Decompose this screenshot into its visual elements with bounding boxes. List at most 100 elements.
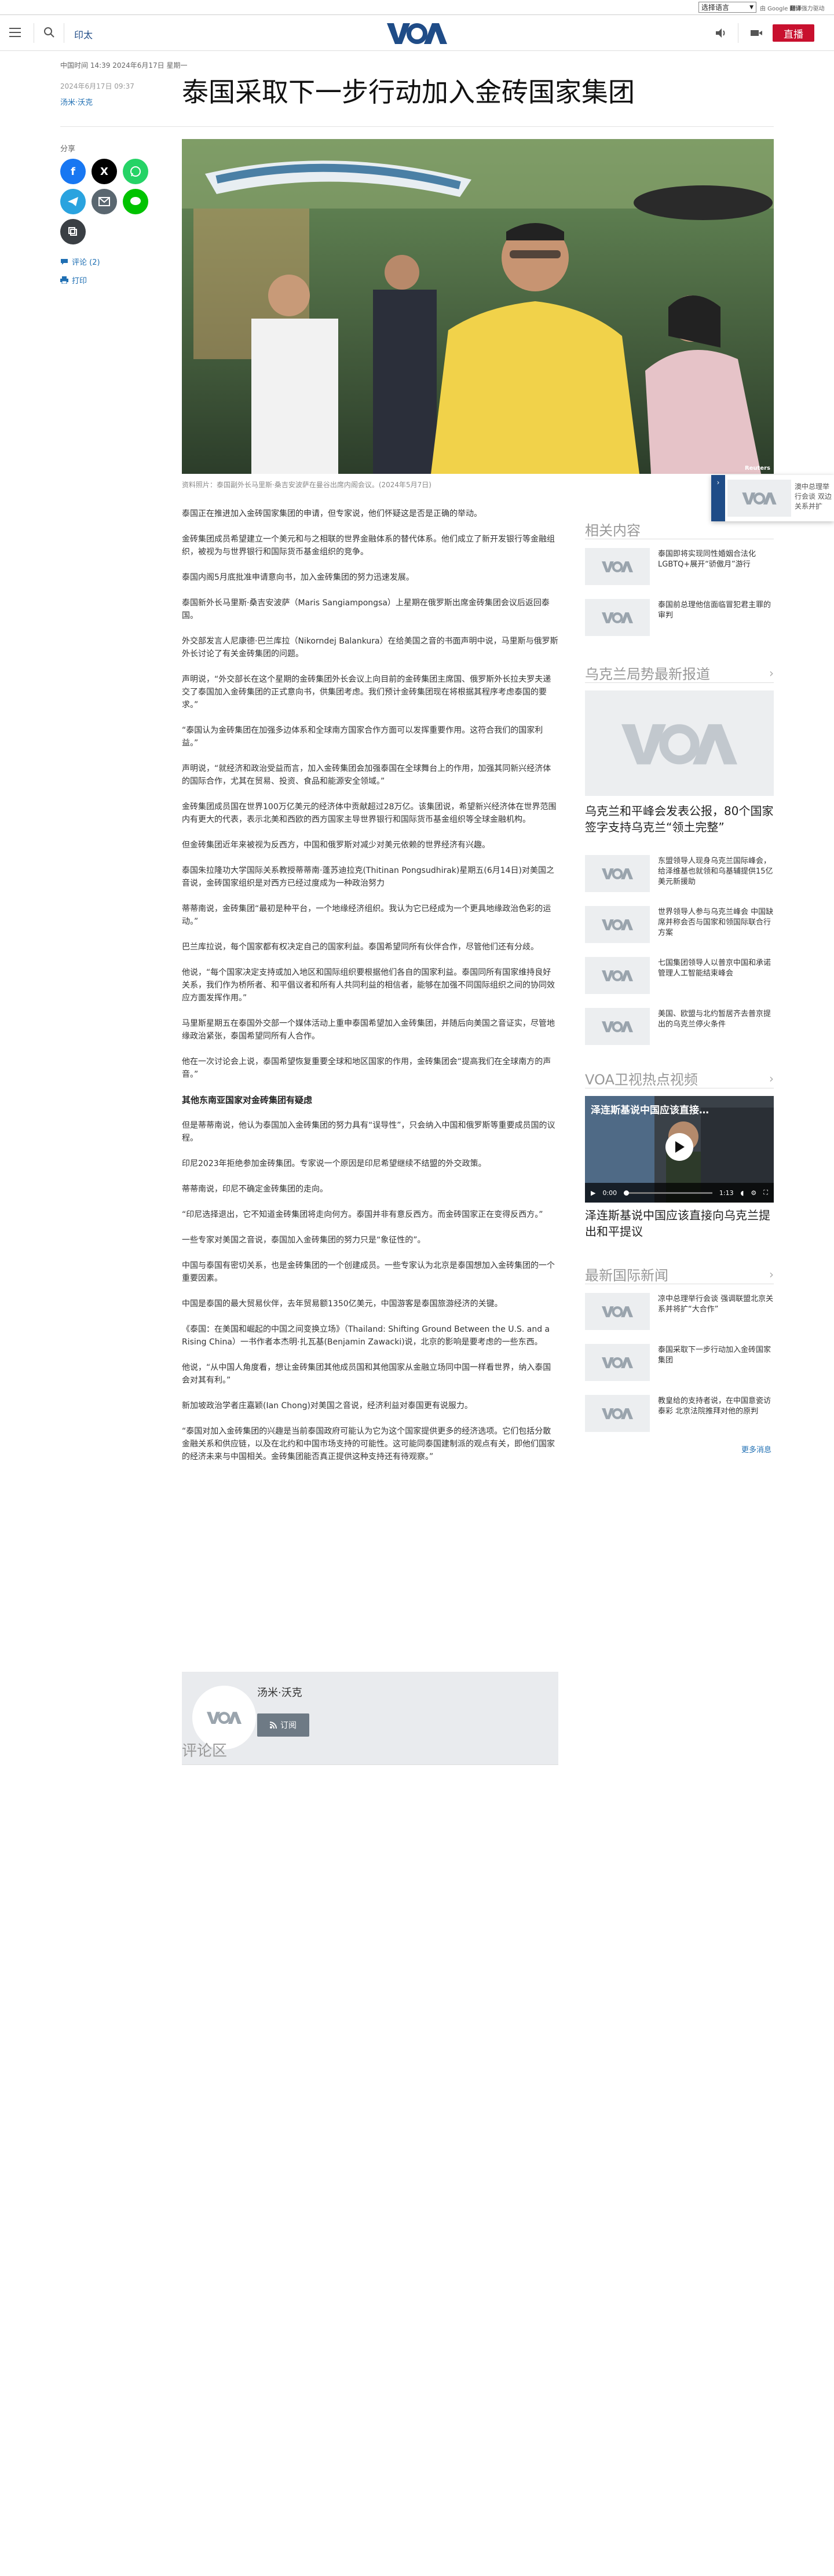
voa-placeholder-icon xyxy=(602,868,633,879)
facebook-icon[interactable]: f xyxy=(60,159,86,184)
author-link[interactable]: 汤米·沃克 xyxy=(60,96,93,107)
article-paragraph: 中国与泰国有密切关系，也是金砖集团的一个创建成员。一些专家认为北京是泰国想加入金… xyxy=(182,1261,555,1283)
article-paragraph: 他在一次讨论会上说，泰国希望恢复重要全球和地区国家的作用，金砖集团会“提高我们在… xyxy=(182,1057,551,1079)
article-paragraph: 他说，“从中国人角度看，想让金砖集团其他成员国和其他国家从金融立场同中国一样看世… xyxy=(182,1363,551,1385)
ukraine-lead-title[interactable]: 乌克兰和平峰会发表公报，80个国家签字支持乌克兰“领土完整” xyxy=(585,803,774,835)
telegram-icon[interactable] xyxy=(60,189,86,214)
article-paragraph: 马里斯星期五在泰国外交部一个媒体活动上重申泰国希望加入金砖集团，并随后向美国之音… xyxy=(182,1019,555,1041)
comments-heading: 评论区 xyxy=(182,1742,228,1760)
article-paragraph: 声明说，“就经济和政治受益而言，加入金砖集团会加强泰国在全球舞台上的作用，加强其… xyxy=(182,764,551,786)
scrubber-handle[interactable] xyxy=(624,1190,630,1196)
live-button[interactable]: 直播 xyxy=(773,24,814,42)
list-item[interactable]: 世界领导人参与乌克兰峰会 中国缺席并称会否与国家和领国际联合行方案 xyxy=(585,906,774,950)
chevron-right-icon: › xyxy=(769,666,774,680)
audio-icon[interactable] xyxy=(715,27,727,39)
article-paragraph: 泰国正在推进加入金砖国家集团的申请，但专家说，他们怀疑这是否是正确的举动。 xyxy=(182,509,482,518)
story-title[interactable]: 世界领导人参与乌克兰峰会 中国缺席并称会否与国家和领国际联合行方案 xyxy=(658,907,774,938)
list-item[interactable]: 泰国采取下一步行动加入金砖国家集团 xyxy=(585,1344,774,1388)
story-thumbnail[interactable] xyxy=(585,1293,650,1330)
chevron-right-icon: › xyxy=(769,1267,774,1281)
line-icon[interactable] xyxy=(123,189,148,214)
story-thumbnail[interactable] xyxy=(585,1344,650,1381)
list-item[interactable]: 教皇给的支持者说，在中国意瓷访泰彩 北京法院推拜对他的原判 xyxy=(585,1395,774,1439)
expand-icon[interactable]: › xyxy=(711,475,725,521)
story-thumbnail[interactable] xyxy=(585,599,650,636)
story-thumbnail[interactable] xyxy=(585,1008,650,1045)
photo-caption: 资料照片：泰国副外长马里斯·桑吉安波萨在曼谷出席内阁会议。(2024年5月7日) xyxy=(182,481,431,489)
video-controls: ▶ 0:00 1:13 ◖ ⚙ ⛶ xyxy=(585,1183,774,1203)
divider xyxy=(585,682,774,683)
whatsapp-icon[interactable] xyxy=(123,159,148,184)
story-title[interactable]: 泰国采取下一步行动加入金砖国家集团 xyxy=(658,1345,774,1366)
list-item[interactable]: 泰国即将实现同性婚姻合法化 LGBTQ+展开“骄傲月”游行 xyxy=(585,548,774,592)
video-player[interactable]: 泽连斯基说中国应该直接… ▶ 0:00 1:13 ◖ ⚙ ⛶ xyxy=(585,1096,774,1203)
voa-placeholder-icon xyxy=(602,1357,633,1368)
story-thumbnail[interactable] xyxy=(585,1395,650,1432)
list-item[interactable]: 七国集团领导人以普京中国和承诺管理人工智能结束峰会 xyxy=(585,957,774,1001)
story-title[interactable]: 美国、欧盟与北约暂居齐去普京提出的乌克兰停火条件 xyxy=(658,1009,774,1030)
voa-placeholder-icon xyxy=(602,612,633,623)
more-news-link[interactable]: 更多消息 xyxy=(741,1444,771,1455)
print-link[interactable]: 打印 xyxy=(60,275,87,286)
ukraine-heading[interactable]: 乌克兰局势最新报道 › xyxy=(585,663,774,683)
video-icon[interactable] xyxy=(749,27,763,39)
video-heading[interactable]: VOA卫视热点视频 › xyxy=(585,1068,774,1088)
play-small-icon[interactable]: ▶ xyxy=(591,1189,595,1197)
translate-bar: 选择语言 ▼ 由 Google 翻译强力驱动 xyxy=(0,0,834,15)
article-body: 泰国正在推进加入金砖国家集团的申请，但专家说，他们怀疑这是否是正确的举动。金砖集… xyxy=(182,507,558,1476)
article-paragraph: 泰国新外长马里斯·桑吉安波萨（Maris Sangiampongsa）上星期在俄… xyxy=(182,598,550,620)
intl-heading[interactable]: 最新国际新闻 › xyxy=(585,1264,774,1284)
article-paragraph: “泰国认为金砖集团在加强多边体系和全球南方国家合作方面可以发挥重要作用。这符合我… xyxy=(182,726,543,748)
video-heading-label: VOA卫视热点视频 xyxy=(585,1072,698,1088)
x-icon[interactable]: X xyxy=(92,159,117,184)
story-title[interactable]: 东盟领导人现身乌克兰国际峰会，给泽维基也就领和乌基辅提供15亿美元新援助 xyxy=(658,856,774,887)
list-item[interactable]: 东盟领导人现身乌克兰国际峰会，给泽维基也就领和乌基辅提供15亿美元新援助 xyxy=(585,855,774,899)
author-box: 汤米·沃克 订阅 xyxy=(182,1672,558,1764)
site-header: 印太 直播 xyxy=(0,15,834,51)
voa-placeholder-icon xyxy=(602,1021,633,1032)
section-subhead: 其他东南亚国家对金砖集团有疑虑 xyxy=(182,1095,313,1105)
story-thumbnail[interactable] xyxy=(585,957,650,994)
photo-credit: Reuters xyxy=(744,465,770,472)
story-title[interactable]: 泰国前总理他信面临冒犯君主罪的审判 xyxy=(658,600,774,621)
copy-link-icon[interactable] xyxy=(60,219,86,244)
comments-link[interactable]: 评论 (2) xyxy=(60,256,100,267)
list-item[interactable]: 美国、欧盟与北约暂居齐去普京提出的乌克兰停火条件 xyxy=(585,1008,774,1052)
voa-logo[interactable] xyxy=(387,21,447,45)
story-title[interactable]: 泰国即将实现同性婚姻合法化 LGBTQ+展开“骄傲月”游行 xyxy=(658,549,774,570)
video-caption[interactable]: 泽连斯基说中国应该直接向乌克兰提出和平提议 xyxy=(585,1207,774,1240)
fullscreen-icon[interactable]: ⛶ xyxy=(763,1189,768,1197)
floating-story-card[interactable]: › 澳中总理举行会谈 双边关系并扩 xyxy=(711,475,834,521)
story-thumbnail[interactable] xyxy=(585,855,650,892)
chevron-down-icon: ▼ xyxy=(749,4,753,10)
list-item[interactable]: 凉中总理举行会谈 强调联盟北京关系并将扩“大合作” xyxy=(585,1293,774,1337)
story-thumbnail[interactable] xyxy=(585,906,650,943)
subscribe-button[interactable]: 订阅 xyxy=(257,1713,309,1737)
story-thumbnail[interactable] xyxy=(585,548,650,585)
section-link[interactable]: 印太 xyxy=(74,27,93,41)
story-title[interactable]: 凉中总理举行会谈 强调联盟北京关系并将扩“大合作” xyxy=(658,1294,774,1315)
author-name[interactable]: 汤米·沃克 xyxy=(257,1685,302,1700)
settings-icon[interactable]: ⚙ xyxy=(751,1189,756,1197)
article-paragraph: 金砖集团成员国在世界100万亿美元的经济体中贡献超过28万亿。该集团说，希望新兴… xyxy=(182,802,557,824)
video-scrubber[interactable] xyxy=(624,1190,712,1196)
page-title: 泰国采取下一步行动加入金砖国家集团 xyxy=(182,76,635,108)
photo-illustration xyxy=(182,139,774,474)
voa-placeholder-icon xyxy=(602,1306,633,1317)
story-title[interactable]: 七国集团领导人以普京中国和承诺管理人工智能结束峰会 xyxy=(658,958,774,979)
print-icon xyxy=(60,276,68,284)
article-paragraph: “泰国对加入金砖集团的兴趣是当前泰国政府可能认为它为这个国家提供更多的经济选项。… xyxy=(182,1427,555,1461)
list-item[interactable]: 泰国前总理他信面临冒犯君主罪的审判 xyxy=(585,599,774,643)
voa-placeholder-icon xyxy=(621,724,737,765)
voa-placeholder-icon xyxy=(742,492,777,505)
article-paragraph: 外交部发言人尼康德·巴兰库拉（Nikorndej Balankura）在给美国之… xyxy=(182,637,558,659)
search-icon[interactable] xyxy=(43,26,56,39)
email-icon[interactable] xyxy=(92,189,117,214)
play-icon[interactable] xyxy=(665,1133,693,1161)
volume-icon[interactable]: ◖ xyxy=(741,1189,744,1197)
menu-icon[interactable] xyxy=(9,28,21,37)
ukraine-lead-thumbnail[interactable] xyxy=(585,690,774,796)
story-title[interactable]: 教皇给的支持者说，在中国意瓷访泰彩 北京法院推拜对他的原判 xyxy=(658,1396,774,1417)
language-select[interactable]: 选择语言 ▼ xyxy=(698,2,756,13)
article-paragraph: 蒂蒂南说，印尼不确定金砖集团的走向。 xyxy=(182,1185,328,1194)
